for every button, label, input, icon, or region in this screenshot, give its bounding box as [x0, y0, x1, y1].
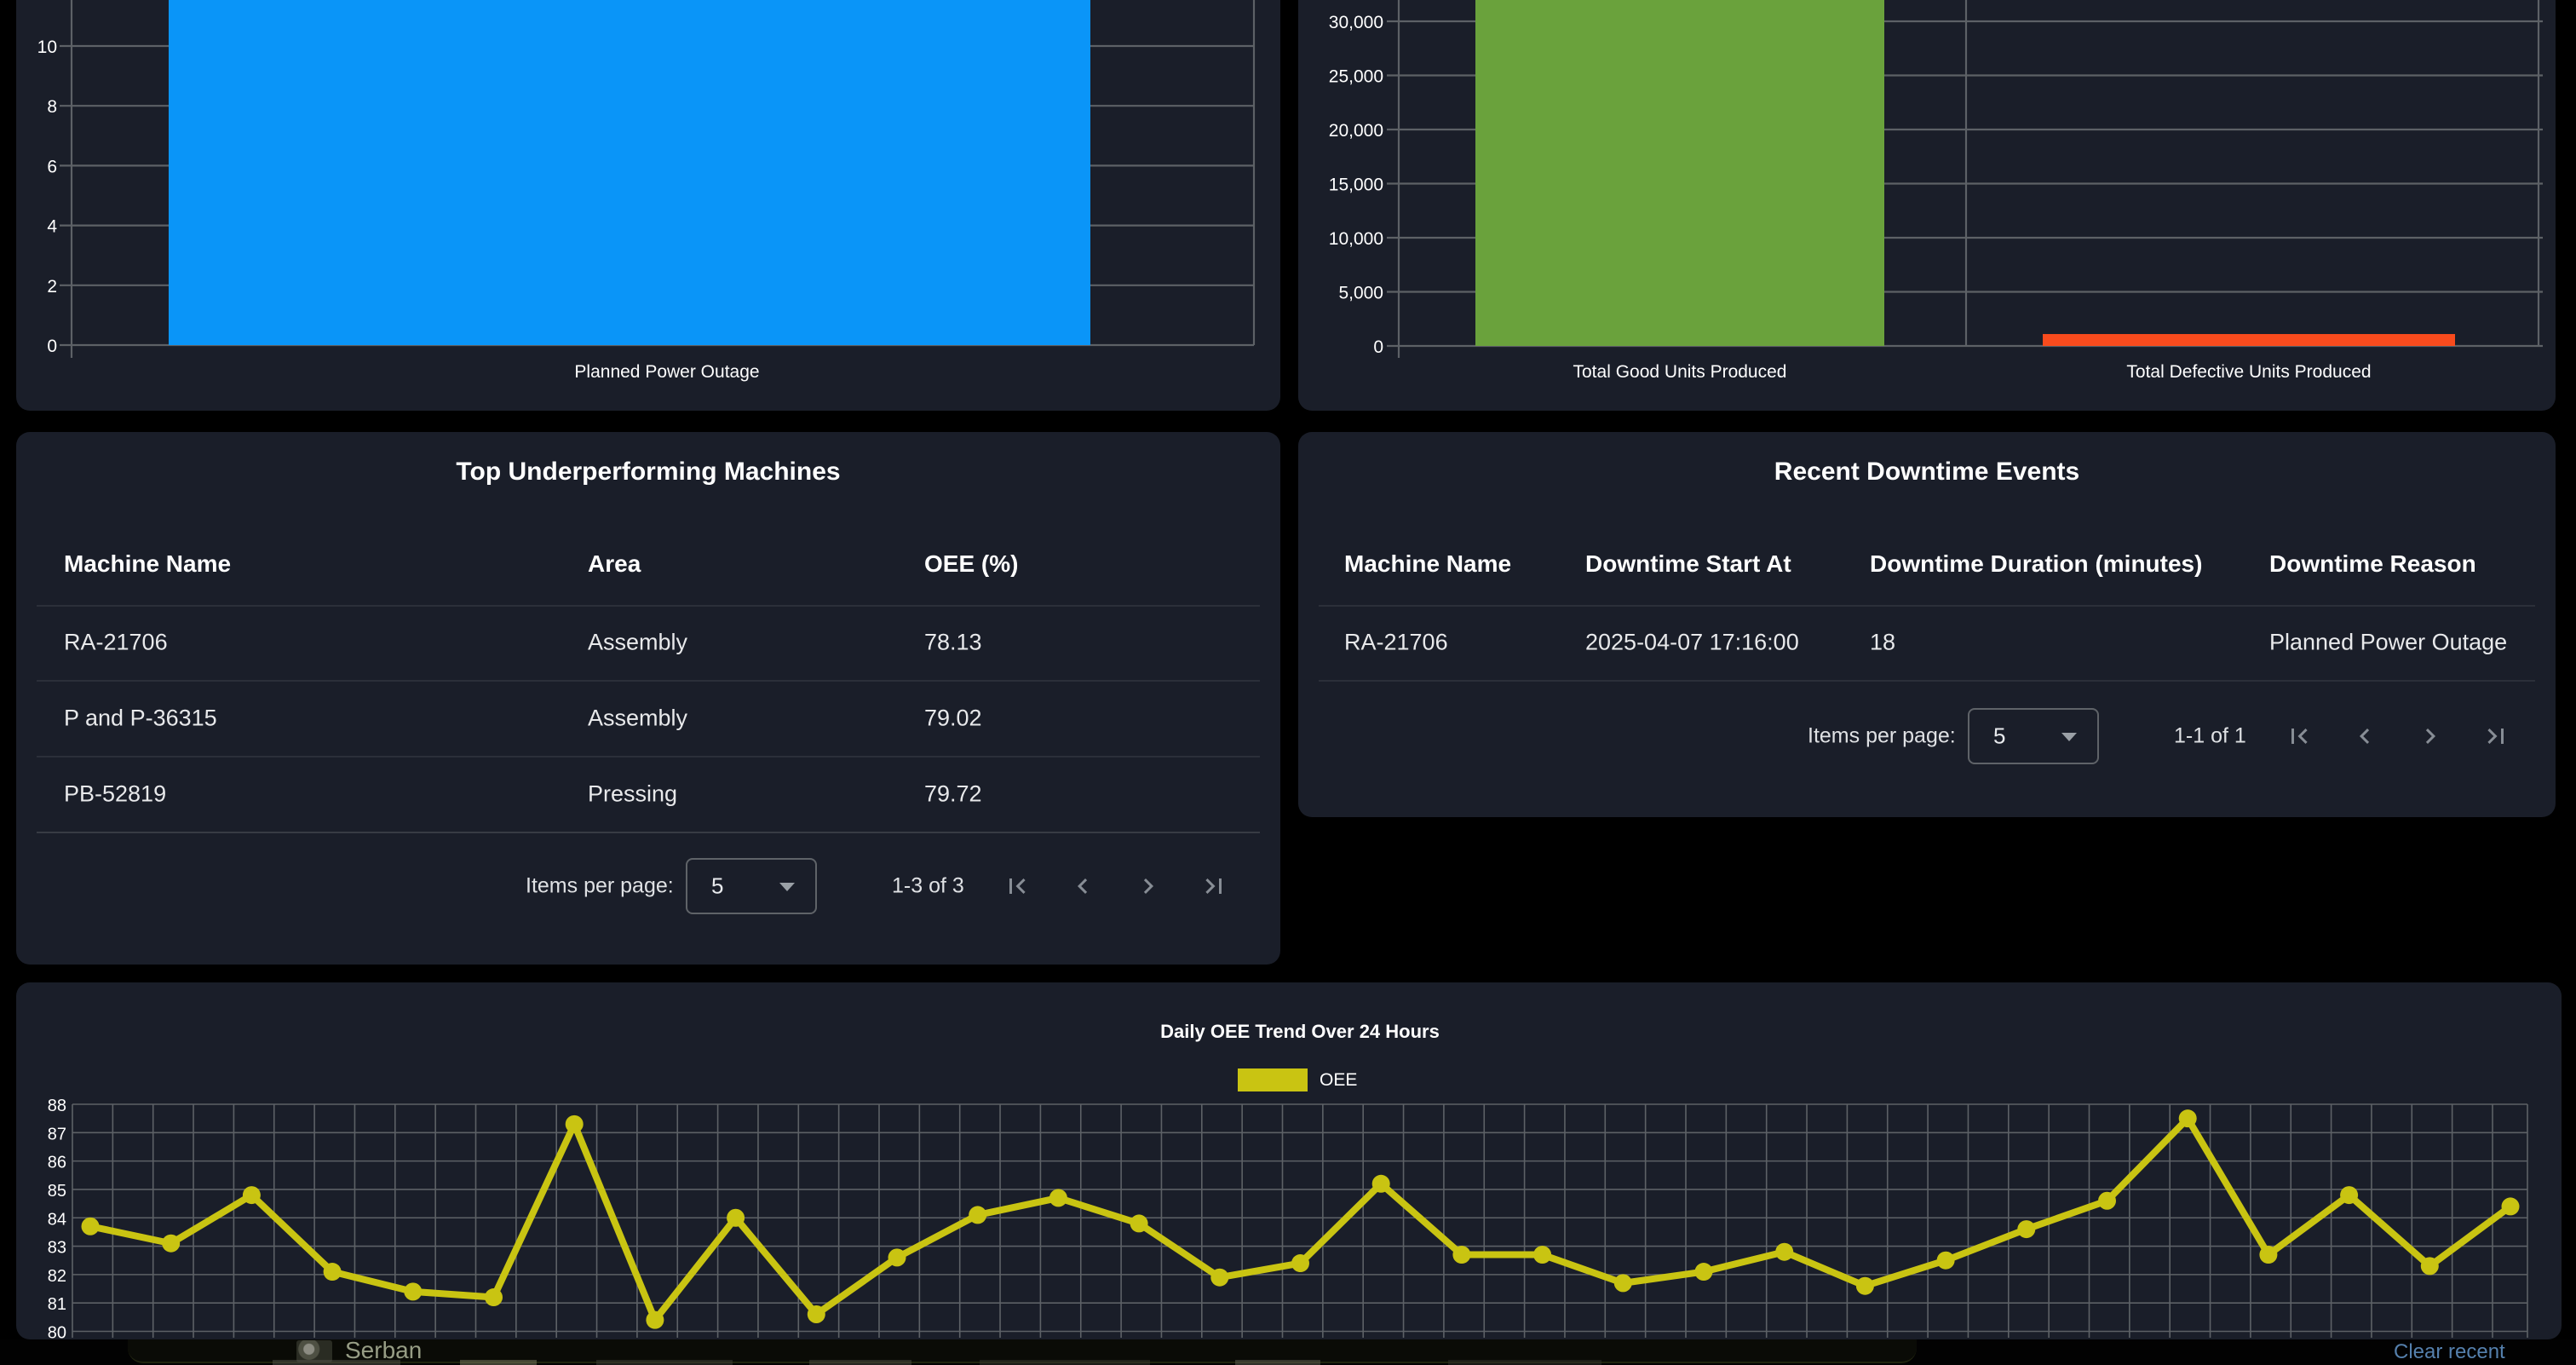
items-per-page-label: Items per page: [526, 874, 674, 899]
table-divider [1319, 605, 2535, 607]
last-page-icon[interactable] [2481, 721, 2511, 752]
svg-text:6: 6 [47, 157, 57, 176]
svg-text:Planned Power Outage: Planned Power Outage [574, 362, 759, 382]
column-header-area: Area [588, 550, 641, 578]
background-window-fragment [980, 1360, 1150, 1365]
svg-text:30,000: 30,000 [1329, 13, 1383, 32]
cell-machine-name: P and P-36315 [64, 706, 217, 732]
cell-machine-name: RA-21706 [64, 630, 168, 656]
next-page-icon[interactable] [2415, 721, 2446, 752]
svg-text:0: 0 [47, 337, 57, 356]
background-window-fragment [1235, 1360, 1320, 1365]
column-header-machine-name: Machine Name [64, 550, 231, 578]
svg-text:8: 8 [47, 97, 57, 117]
column-header-downtime-reason: Downtime Reason [2269, 550, 2476, 578]
background-window-fragment [596, 1360, 733, 1365]
next-page-icon[interactable] [1133, 871, 1164, 901]
cell-machine-name: RA-21706 [1344, 630, 1448, 656]
manufacturing-dashboard: { "page": { "background": "#000000", "ca… [0, 0, 2576, 1365]
background-window-fragment [273, 1360, 400, 1365]
svg-text:85: 85 [48, 1182, 66, 1201]
items-per-page-value: 5 [1993, 723, 2005, 750]
downtime-by-reason-chart: 0 2 4 6 8 10 Planned Power Outage [16, 0, 1280, 411]
column-header-oee: OEE (%) [924, 550, 1018, 578]
svg-text:81: 81 [48, 1295, 66, 1314]
units-produced-card: 0 5,000 10,000 15,000 20,000 25,000 30,000 Tota… [1298, 0, 2556, 411]
svg-text:82: 82 [48, 1267, 66, 1286]
clear-recent-link[interactable]: Clear recent [2394, 1340, 2505, 1364]
svg-text:0: 0 [1373, 337, 1383, 357]
paginator-range-label: 1-1 of 1 [2174, 724, 2246, 749]
svg-text:2: 2 [47, 277, 57, 297]
daily-oee-trend-card: Daily OEE Trend Over 24 Hours OEE 808182… [16, 982, 2562, 1339]
previous-page-icon[interactable] [2349, 721, 2380, 752]
daily-oee-trend-chart: 80 81 82 83 84 85 86 87 88 [16, 982, 2562, 1339]
svg-text:84: 84 [48, 1210, 66, 1229]
card-title: Recent Downtime Events [1298, 458, 2556, 487]
recent-downtime-events-card: Recent Downtime Events Machine Name Down… [1298, 432, 2556, 817]
first-page-icon[interactable] [1002, 871, 1032, 901]
cell-downtime-start: 2025-04-07 17:16:00 [1585, 630, 1799, 656]
units-produced-chart: 0 5,000 10,000 15,000 20,000 25,000 30,000 Tota… [1298, 0, 2556, 411]
svg-text:86: 86 [48, 1154, 66, 1172]
cell-oee: 79.02 [924, 706, 982, 732]
column-header-machine-name: Machine Name [1344, 550, 1511, 578]
svg-text:87: 87 [48, 1125, 66, 1143]
svg-text:80: 80 [48, 1324, 66, 1340]
last-page-icon[interactable] [1199, 871, 1229, 901]
card-title: Top Underperforming Machines [16, 458, 1280, 487]
background-window-fragment [809, 1360, 911, 1365]
previous-page-icon[interactable] [1067, 871, 1098, 901]
table-divider [37, 832, 1260, 833]
cell-oee: 79.72 [924, 781, 982, 808]
table-divider [37, 605, 1260, 607]
svg-text:10: 10 [37, 37, 57, 57]
chevron-down-icon [779, 883, 795, 891]
cell-oee: 78.13 [924, 630, 982, 656]
column-header-downtime-start: Downtime Start At [1585, 550, 1791, 578]
cell-area: Assembly [588, 706, 687, 732]
cell-downtime-duration: 18 [1870, 630, 1895, 656]
background-window-fragment [1448, 1360, 1601, 1365]
svg-text:10,000: 10,000 [1329, 229, 1383, 249]
table-divider [37, 680, 1260, 682]
svg-text:15,000: 15,000 [1329, 176, 1383, 195]
svg-text:4: 4 [47, 217, 57, 237]
cell-machine-name: PB-52819 [64, 781, 166, 808]
table-divider [1319, 680, 2535, 682]
svg-text:25,000: 25,000 [1329, 67, 1383, 87]
paginator-range-label: 1-3 of 3 [892, 874, 964, 899]
svg-text:Total Defective Units Produced: Total Defective Units Produced [2126, 362, 2371, 382]
downtime-by-reason-card: 0 2 4 6 8 10 Planned Power Outage [16, 0, 1280, 411]
items-per-page-select[interactable]: 5 [686, 858, 817, 914]
chevron-down-icon [2061, 733, 2077, 741]
items-per-page-value: 5 [711, 873, 723, 900]
items-per-page-select[interactable]: 5 [1968, 708, 2099, 764]
column-header-downtime-duration: Downtime Duration (minutes) [1870, 550, 2202, 578]
background-desktop-strip: Serban Clear recent [0, 1339, 2576, 1365]
svg-text:20,000: 20,000 [1329, 121, 1383, 141]
svg-text:88: 88 [48, 1097, 66, 1115]
svg-text:83: 83 [48, 1239, 66, 1258]
svg-text:Total Good Units Produced: Total Good Units Produced [1573, 362, 1787, 382]
cell-area: Pressing [588, 781, 677, 808]
svg-text:5,000: 5,000 [1338, 284, 1383, 303]
table-divider [37, 756, 1260, 757]
underperforming-machines-card: Top Underperforming Machines Machine Nam… [16, 432, 1280, 965]
items-per-page-label: Items per page: [1808, 724, 1956, 749]
cell-downtime-reason: Planned Power Outage [2269, 630, 2507, 656]
first-page-icon[interactable] [2284, 721, 2314, 752]
background-window-fragment [460, 1360, 537, 1365]
cell-area: Assembly [588, 630, 687, 656]
